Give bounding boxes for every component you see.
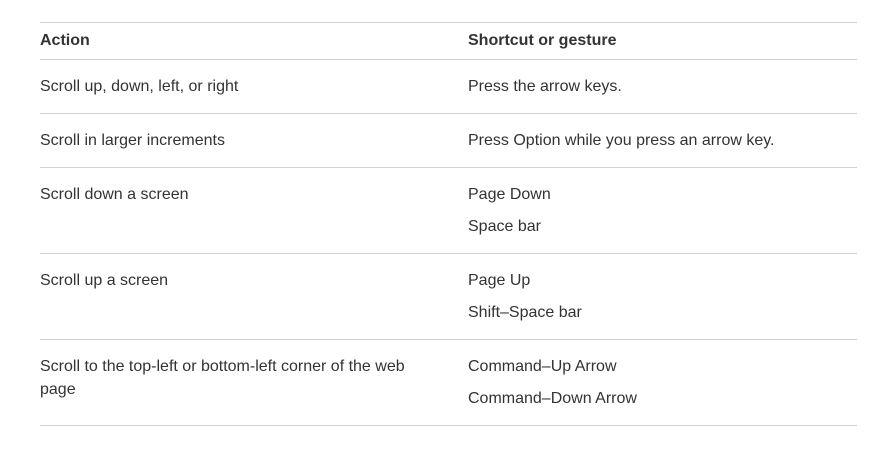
table-row: Scroll in larger increments Press Option… [40,113,857,168]
shortcut-text: Space bar [468,218,541,235]
header-action: Action [40,22,468,60]
table-header-row: Action Shortcut or gesture [40,22,857,60]
shortcut-text: Page Down [468,186,551,203]
header-shortcut: Shortcut or gesture [468,22,857,60]
action-text: Scroll up, down, left, or right [40,78,239,95]
shortcut-cell: Press the arrow keys. [468,59,857,114]
shortcut-text: Page Up [468,272,531,289]
shortcut-text: Command–Up Arrow [468,358,617,375]
shortcut-cell: Page Down Space bar [468,167,857,254]
action-cell: Scroll to the top-left or bottom-left co… [40,339,468,426]
shortcut-text: Shift–Space bar [468,304,582,321]
action-text: Scroll in larger increments [40,132,225,149]
shortcuts-table: Action Shortcut or gesture Scroll up, do… [40,22,857,426]
shortcut-text: Command–Down Arrow [468,390,637,407]
shortcut-cell: Command–Up Arrow Command–Down Arrow [468,339,857,426]
table-row: Scroll up a screen Page Up Shift–Space b… [40,253,857,340]
action-cell: Scroll up, down, left, or right [40,59,468,114]
action-text: Scroll to the top-left or bottom-left co… [40,358,405,398]
action-text: Scroll up a screen [40,272,169,289]
action-cell: Scroll up a screen [40,253,468,340]
action-cell: Scroll down a screen [40,167,468,254]
action-text: Scroll down a screen [40,186,189,203]
table-row: Scroll to the top-left or bottom-left co… [40,339,857,426]
shortcut-text: Press Option while you press an arrow ke… [468,132,775,149]
shortcuts-table-container: Action Shortcut or gesture Scroll up, do… [40,22,857,426]
action-cell: Scroll in larger increments [40,113,468,168]
shortcut-cell: Press Option while you press an arrow ke… [468,113,857,168]
shortcut-text: Press the arrow keys. [468,78,622,95]
table-row: Scroll up, down, left, or right Press th… [40,59,857,114]
shortcut-cell: Page Up Shift–Space bar [468,253,857,340]
table-row: Scroll down a screen Page Down Space bar [40,167,857,254]
